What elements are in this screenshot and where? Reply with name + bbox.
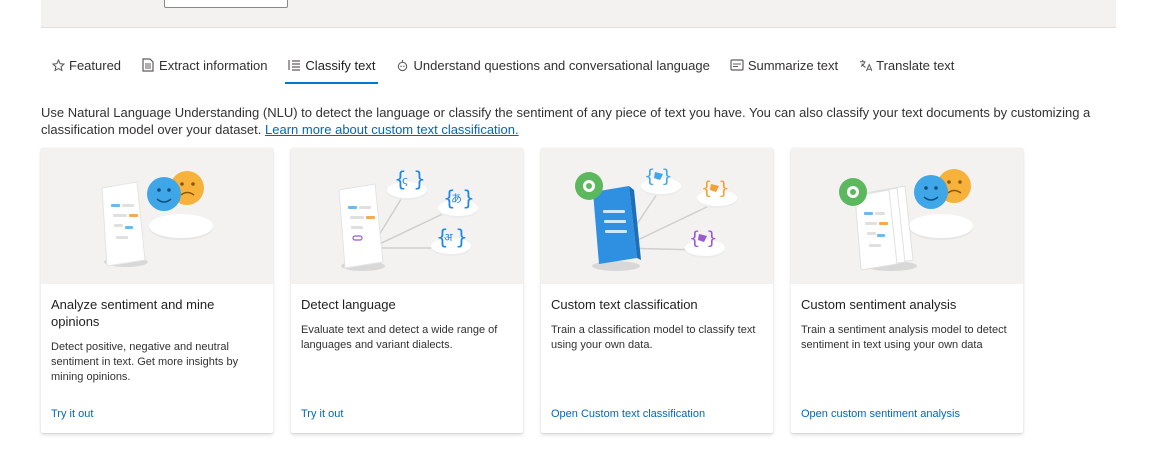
- chat-bot-icon: [396, 58, 410, 72]
- tab-label: Classify text: [305, 57, 376, 73]
- card-title: Detect language: [301, 297, 396, 312]
- card-description: Train a sentiment analysis model to dete…: [801, 324, 1007, 351]
- try-it-out-link[interactable]: Try it out: [51, 408, 93, 420]
- open-custom-sentiment-analysis-link[interactable]: Open custom sentiment analysis: [801, 408, 960, 420]
- card-description: Evaluate text and detect a wide range of…: [301, 324, 498, 351]
- top-input-field[interactable]: [164, 0, 288, 8]
- card-illustration: [41, 148, 273, 284]
- card-description: Train a classification model to classify…: [551, 324, 756, 351]
- svg-text:ς: ς: [402, 174, 408, 187]
- card-illustration: { } { } { }: [541, 148, 773, 284]
- page-description: Use Natural Language Understanding (NLU)…: [41, 104, 1116, 138]
- svg-text:अ: अ: [444, 231, 453, 244]
- svg-text:{ }: { }: [394, 167, 426, 191]
- card-illustration: [791, 148, 1023, 284]
- try-it-out-link[interactable]: Try it out: [301, 408, 343, 420]
- card-illustration: { } ς { } あ { } अ: [291, 148, 523, 284]
- tab-summarize-text[interactable]: Summarize text: [720, 50, 848, 80]
- card-description: Detect positive, negative and neutral se…: [51, 341, 239, 383]
- tab-translate-text[interactable]: Translate text: [848, 50, 964, 80]
- tab-classify-text[interactable]: Classify text: [277, 50, 385, 84]
- card-custom-text-classification[interactable]: { } { } { } Custom text classification T…: [541, 148, 773, 433]
- classification-illustration: { } { } { }: [575, 166, 737, 271]
- card-detect-language[interactable]: { } ς { } あ { } अ Detect language Evalua…: [291, 148, 523, 433]
- language-illustration: { } ς { } あ { } अ: [338, 167, 478, 271]
- sentiment-illustration: [101, 171, 213, 267]
- card-title: Analyze sentiment and mine opinions: [51, 297, 215, 329]
- tab-featured[interactable]: Featured: [41, 50, 131, 80]
- card-grid: Analyze sentiment and mine opinions Dete…: [41, 148, 1023, 433]
- svg-text:あ: あ: [451, 192, 462, 205]
- card-custom-sentiment-analysis[interactable]: Custom sentiment analysis Train a sentim…: [791, 148, 1023, 433]
- card-title: Custom text classification: [551, 297, 698, 312]
- translate-icon: [858, 58, 872, 72]
- open-custom-text-classification-link[interactable]: Open Custom text classification: [551, 408, 705, 420]
- description-text: Use Natural Language Understanding (NLU)…: [41, 105, 1091, 137]
- tab-label: Extract information: [159, 57, 268, 73]
- document-icon: [141, 58, 155, 72]
- list-icon: [287, 58, 301, 72]
- tab-label: Translate text: [876, 57, 955, 73]
- tab-understand-questions[interactable]: Understand questions and conversational …: [386, 50, 720, 80]
- custom-sentiment-illustration: [839, 169, 973, 271]
- top-panel: [41, 0, 1116, 28]
- tab-extract-information[interactable]: Extract information: [131, 50, 277, 80]
- tab-label: Featured: [69, 57, 122, 73]
- learn-more-link[interactable]: Learn more about custom text classificat…: [265, 122, 519, 137]
- card-title: Custom sentiment analysis: [801, 297, 957, 312]
- tab-bar: Featured Extract information Classify te…: [41, 50, 964, 86]
- tab-label: Summarize text: [747, 57, 839, 73]
- star-icon: [51, 58, 65, 72]
- summary-icon: [730, 58, 744, 72]
- tab-label: Understand questions and conversational …: [413, 57, 710, 73]
- card-analyze-sentiment[interactable]: Analyze sentiment and mine opinions Dete…: [41, 148, 273, 433]
